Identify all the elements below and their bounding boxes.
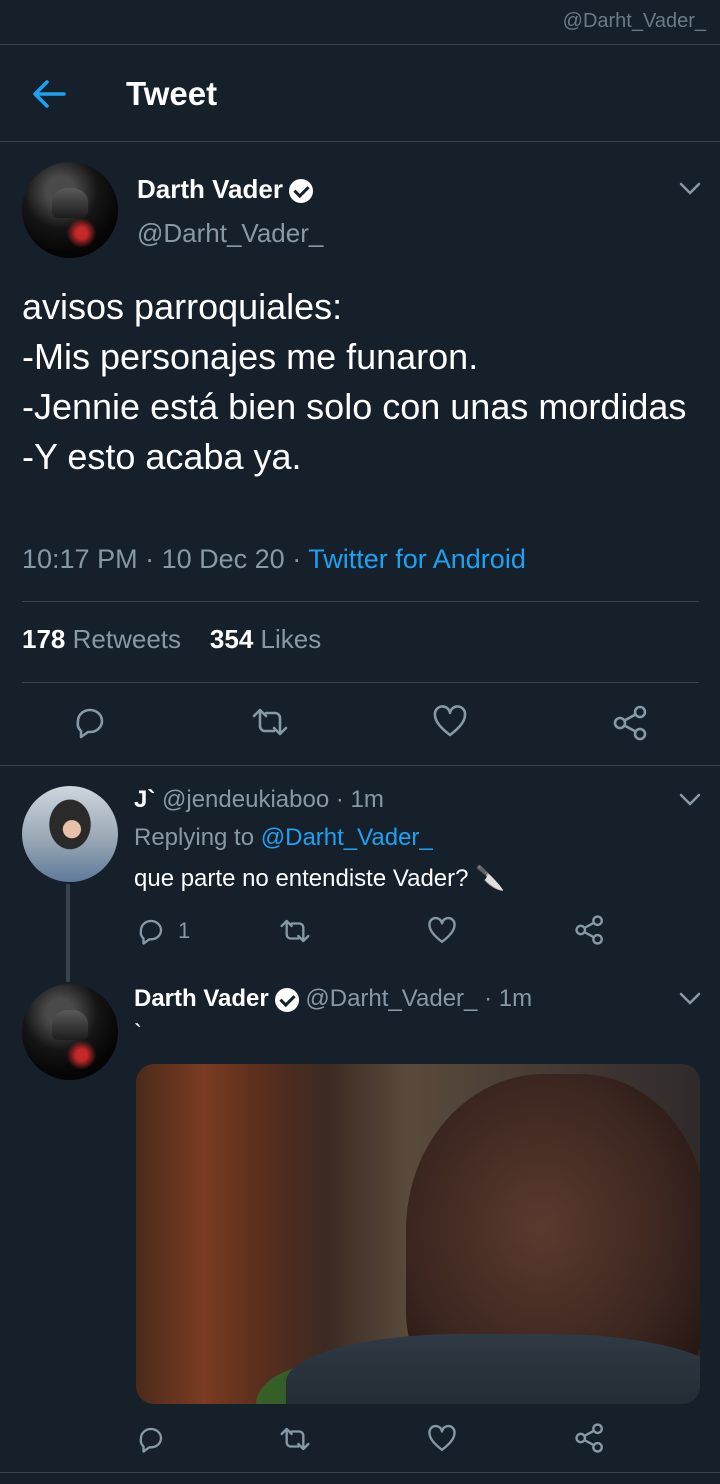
likes-stat[interactable]: 354 Likes [210, 624, 321, 654]
page-title: Tweet [126, 75, 218, 112]
reply-media-image[interactable] [136, 1064, 700, 1404]
reply-header: J` @jendeukiaboo · 1m [134, 786, 384, 814]
author-name-text[interactable]: Darth Vader [137, 174, 283, 204]
top-bar: Tweet [0, 44, 720, 142]
retweet-icon[interactable] [250, 704, 290, 740]
tweet-time: 10:17 PM [22, 544, 138, 574]
chevron-down-icon[interactable] [679, 992, 701, 1006]
reply-icon[interactable] [136, 1424, 166, 1454]
like-icon[interactable] [432, 704, 468, 740]
divider [0, 765, 720, 766]
watermark: @Darht_Vader_ [562, 10, 706, 32]
meta-separator: · [484, 985, 493, 1012]
reply-author-handle[interactable]: @jendeukiaboo [162, 786, 329, 813]
tweet-text: avisos parroquiales: -Mis personajes me … [22, 286, 687, 477]
chevron-down-icon[interactable] [679, 182, 701, 196]
meta-separator: · [292, 544, 302, 574]
replying-to: Replying to @Darht_Vader_ [134, 824, 433, 852]
chevron-down-icon[interactable] [679, 793, 701, 807]
author-name[interactable]: Darth Vader [137, 174, 313, 205]
reply-time: 1m [498, 985, 533, 1012]
retweets-stat[interactable]: 178 Retweets [22, 624, 181, 654]
reply-count: 1 [178, 918, 191, 943]
avatar[interactable] [22, 786, 118, 882]
media-shirt [286, 1334, 700, 1404]
tweet-meta: 10:17 PM · 10 Dec 20 · Twitter for Andro… [22, 544, 526, 575]
divider [22, 682, 699, 683]
meta-separator: · [335, 786, 344, 813]
share-icon[interactable] [612, 704, 650, 742]
reply-text: que parte no entendiste Vader? 🔪 [134, 865, 506, 892]
share-icon[interactable] [574, 914, 606, 946]
like-icon[interactable] [427, 1424, 457, 1454]
divider [0, 1472, 720, 1473]
reply-time: 1m [350, 786, 384, 813]
verified-icon [288, 179, 313, 204]
tweet-date: 10 Dec 20 [161, 544, 285, 574]
retweet-icon[interactable] [278, 916, 312, 946]
tweet-stats: 178 Retweets 354 Likes [22, 624, 321, 655]
divider [22, 601, 699, 602]
verified-icon [274, 987, 299, 1012]
avatar[interactable] [22, 162, 118, 258]
reply-icon[interactable] [72, 704, 108, 740]
share-icon[interactable] [574, 1422, 606, 1454]
like-icon[interactable] [427, 916, 457, 946]
reply-author-name[interactable]: Darth Vader [134, 985, 269, 1012]
author-handle[interactable]: @Darht_Vader_ [137, 218, 323, 249]
reply-text: ` [134, 1020, 142, 1047]
meta-separator: · [145, 544, 155, 574]
reply-icon[interactable] [136, 916, 166, 946]
avatar[interactable] [22, 984, 118, 1080]
replying-to-handle[interactable]: @Darht_Vader_ [261, 824, 433, 851]
reply-header: Darth Vader @Darht_Vader_ · 1m [134, 985, 532, 1013]
thread-line [66, 884, 70, 982]
retweet-icon[interactable] [278, 1424, 312, 1454]
tweet-source-link[interactable]: Twitter for Android [308, 544, 526, 574]
back-arrow-icon[interactable] [32, 79, 66, 109]
replying-to-label: Replying to [134, 824, 255, 851]
reply-author-handle[interactable]: @Darht_Vader_ [305, 985, 477, 1012]
reply-author-name[interactable]: J` [134, 786, 155, 813]
